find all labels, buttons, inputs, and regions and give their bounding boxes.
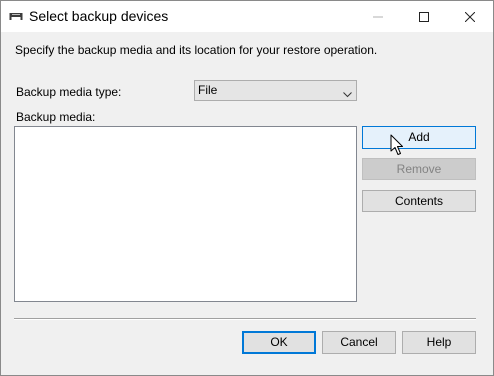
backup-media-label: Backup media: [16,110,96,124]
maximize-button[interactable] [401,1,447,32]
backup-media-type-label: Backup media type: [16,85,122,99]
add-button[interactable]: Add [362,126,476,149]
select-backup-devices-dialog: Select backup devices Specify the backup… [0,0,494,376]
instruction-text: Specify the backup media and its locatio… [15,43,378,57]
maximize-icon [419,11,429,22]
contents-button[interactable]: Contents [362,190,476,212]
window-title: Select backup devices [29,8,169,24]
backup-media-list[interactable] [14,126,357,302]
chevron-down-icon [343,87,352,101]
close-button[interactable] [447,1,493,32]
selected-media-type: File [198,83,218,97]
backup-device-icon [9,10,23,20]
backup-media-type-select[interactable]: File [194,80,357,101]
footer-divider [14,318,476,320]
minimize-icon [373,12,383,22]
mouse-pointer-icon [390,134,404,156]
minimize-button[interactable] [355,1,401,32]
close-icon [465,11,475,22]
cancel-button[interactable]: Cancel [322,331,396,354]
help-button[interactable]: Help [402,331,476,354]
ok-button[interactable]: OK [242,331,316,354]
title-bar[interactable]: Select backup devices [1,1,493,32]
remove-button[interactable]: Remove [362,158,476,180]
